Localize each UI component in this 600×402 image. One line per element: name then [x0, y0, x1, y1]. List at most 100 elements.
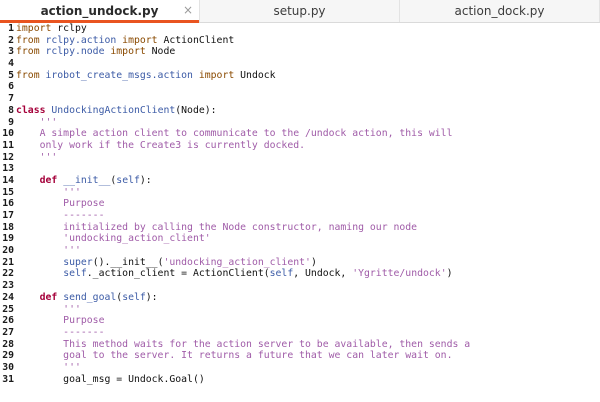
- code-line[interactable]: 1 import rclpy: [0, 23, 600, 35]
- line-code: This method waits for the action server …: [14, 339, 470, 351]
- code-line[interactable]: 12 ''': [0, 152, 600, 164]
- line-code: import rclpy: [14, 23, 87, 35]
- line-number: 20: [2, 245, 14, 257]
- line-code: super().__init__('undocking_action_clien…: [14, 257, 317, 269]
- code-token: send_goal: [57, 291, 117, 303]
- code-line[interactable]: 27 -------: [0, 327, 600, 339]
- code-line[interactable]: 22 self._action_client = ActionClient(se…: [0, 268, 600, 280]
- code-token: def: [39, 174, 58, 186]
- code-line[interactable]: 14 def __init__(self):: [0, 175, 600, 187]
- code-line[interactable]: 18 initialized by calling the Node const…: [0, 222, 600, 234]
- code-line[interactable]: 2 from rclpy.action import ActionClient: [0, 35, 600, 47]
- line-number: 27: [2, 326, 14, 338]
- line-number: 6: [8, 81, 14, 93]
- code-line[interactable]: 7: [0, 93, 600, 105]
- tab-action-undock[interactable]: action_undock.py ×: [0, 0, 200, 23]
- code-token: irobot_create_msgs.action: [39, 69, 199, 81]
- code-token: from: [16, 34, 40, 46]
- line-number: 9: [8, 116, 14, 128]
- line-number: 28: [2, 338, 14, 350]
- code-token: self: [116, 174, 140, 186]
- code-token: import: [122, 34, 158, 46]
- line-number: 17: [2, 210, 14, 221]
- code-line[interactable]: 9 ''': [0, 117, 600, 129]
- code-editor[interactable]: 1 import rclpy 2 from rclpy.action import A…: [0, 23, 600, 402]
- line-code: -------: [14, 210, 104, 222]
- code-token: import: [16, 23, 52, 34]
- line-code: from rclpy.action import ActionClient: [14, 35, 234, 47]
- code-token: ):: [139, 174, 152, 186]
- line-code: Purpose: [14, 315, 104, 327]
- code-token: from: [16, 69, 40, 81]
- code-token: ''': [16, 245, 81, 257]
- close-icon[interactable]: ×: [183, 3, 193, 17]
- code-line[interactable]: 6: [0, 81, 600, 93]
- line-number: 31: [2, 373, 14, 385]
- line-number: 26: [2, 315, 14, 327]
- tab-action-dock[interactable]: action_dock.py: [400, 0, 600, 22]
- code-line[interactable]: 30 ''': [0, 362, 600, 374]
- code-line[interactable]: 3 from rclpy.node import Node: [0, 46, 600, 58]
- code-token: __init__: [57, 174, 111, 186]
- code-token: ().__init__(: [92, 256, 164, 268]
- line-code: goal_msg = Undock.Goal(): [14, 374, 205, 386]
- code-token: self: [122, 291, 146, 303]
- line-number: 14: [2, 174, 14, 186]
- code-line[interactable]: 11 only work if the Create3 is currently…: [0, 140, 600, 152]
- line-code: ''': [14, 117, 58, 129]
- code-line[interactable]: 17 -------: [0, 210, 600, 222]
- line-number: 5: [8, 69, 14, 81]
- line-number: 8: [8, 104, 14, 116]
- code-token: A simple action client to communicate to…: [16, 128, 453, 140]
- code-line[interactable]: 19 'undocking_action_client': [0, 233, 600, 245]
- line-number: 4: [8, 58, 14, 70]
- line-number: 30: [2, 361, 14, 373]
- code-token: ._action_client = ActionClient(: [86, 268, 270, 280]
- code-line[interactable]: 28 This method waits for the action serv…: [0, 339, 600, 351]
- code-line[interactable]: 29 goal to the server. It returns a futu…: [0, 350, 600, 362]
- line-code: ''': [14, 187, 81, 199]
- line-code: from rclpy.node import Node: [14, 46, 175, 58]
- line-number: 7: [8, 93, 14, 105]
- code-line[interactable]: 13: [0, 163, 600, 175]
- code-token: rclpy: [51, 23, 87, 34]
- line-number: 10: [2, 128, 14, 140]
- code-line[interactable]: 5 from irobot_create_msgs.action import U…: [0, 70, 600, 82]
- line-code: class UndockingActionClient(Node):: [14, 105, 217, 117]
- code-line[interactable]: 10 A simple action client to communicate…: [0, 128, 600, 140]
- code-line[interactable]: 26 Purpose: [0, 315, 600, 327]
- code-token: Node: [145, 46, 176, 58]
- line-number: 15: [2, 186, 14, 198]
- tab-setup[interactable]: setup.py: [200, 0, 400, 22]
- code-line[interactable]: 21 super().__init__('undocking_action_cl…: [0, 257, 600, 269]
- code-line[interactable]: 20 ''': [0, 245, 600, 257]
- line-number: 16: [2, 198, 14, 210]
- code-line[interactable]: 23: [0, 280, 600, 292]
- code-token: class: [16, 104, 46, 116]
- code-token: Purpose: [16, 315, 105, 327]
- code-token: -------: [16, 210, 105, 221]
- code-line[interactable]: 16 Purpose: [0, 198, 600, 210]
- code-token: goal to the server. It returns a future …: [16, 350, 453, 362]
- code-line[interactable]: 31 goal_msg = Undock.Goal(): [0, 374, 600, 386]
- line-number: 23: [2, 280, 14, 292]
- line-number: 1: [8, 23, 14, 34]
- code-token: ''': [16, 303, 81, 315]
- code-token: 'Ygritte/undock': [352, 268, 447, 280]
- code-line[interactable]: 24 def send_goal(self):: [0, 292, 600, 304]
- code-token: ''': [16, 186, 81, 198]
- line-number: 2: [8, 34, 14, 46]
- code-token: ''': [16, 361, 81, 373]
- code-line[interactable]: 8 class UndockingActionClient(Node):: [0, 105, 600, 117]
- code-line[interactable]: 15 ''': [0, 187, 600, 199]
- code-token: ):: [145, 291, 158, 303]
- code-line[interactable]: 25 ''': [0, 304, 600, 316]
- code-token: Purpose: [16, 198, 105, 210]
- code-token: import: [198, 69, 235, 81]
- code-line[interactable]: 4: [0, 58, 600, 70]
